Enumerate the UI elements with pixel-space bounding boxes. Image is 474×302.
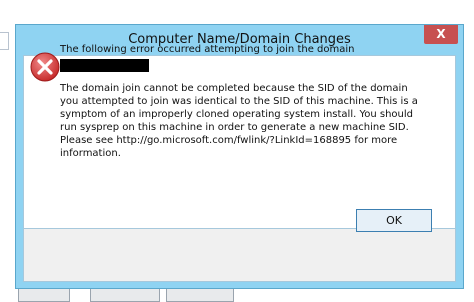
redacted-domain-name bbox=[60, 59, 149, 72]
message-area: The following error occurred attempting … bbox=[60, 43, 425, 160]
error-icon bbox=[30, 52, 60, 82]
ok-button[interactable]: OK bbox=[356, 209, 432, 232]
background-button bbox=[18, 288, 70, 302]
background-button bbox=[90, 288, 160, 302]
close-icon: X bbox=[436, 27, 446, 41]
error-body: The domain join cannot be completed beca… bbox=[60, 83, 418, 159]
close-button[interactable]: X bbox=[424, 25, 458, 44]
error-heading: The following error occurred attempting … bbox=[60, 44, 355, 55]
background-field bbox=[0, 32, 9, 50]
background-button bbox=[166, 288, 234, 302]
dialog-footer bbox=[23, 229, 456, 282]
